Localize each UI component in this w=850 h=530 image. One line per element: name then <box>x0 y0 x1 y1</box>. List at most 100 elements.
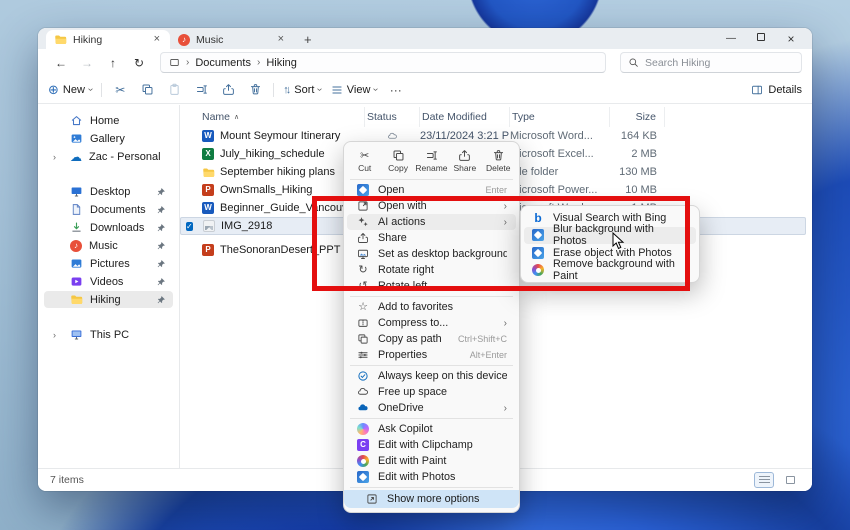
menu-item-edit-with-clipchamp[interactable]: C Edit with Clipchamp <box>347 437 516 453</box>
column-header-size[interactable]: Size <box>610 107 665 127</box>
menu-item-copy-as-path[interactable]: Copy as path Ctrl+Shift+C <box>347 331 516 347</box>
delete-menu-button[interactable]: Delete <box>482 149 514 173</box>
menu-item-show-more-options[interactable]: Show more options <box>344 490 519 508</box>
column-header-type[interactable]: Type <box>510 107 610 127</box>
column-header-name[interactable]: Name∧ <box>180 107 365 127</box>
submenu-item-remove-background[interactable]: Remove background with Paint <box>524 262 696 280</box>
cut-button[interactable]: ✂ <box>111 83 129 97</box>
breadcrumb-separator: › <box>186 57 189 68</box>
this-pc-icon <box>70 328 83 341</box>
breadcrumb[interactable]: › Documents › Hiking <box>160 52 606 73</box>
menu-item-edit-with-photos[interactable]: Edit with Photos <box>347 469 516 485</box>
tab-hiking[interactable]: Hiking × <box>46 30 170 49</box>
view-button[interactable]: View › <box>331 84 378 96</box>
refresh-button[interactable]: ↻ <box>128 56 150 70</box>
details-pane-icon <box>751 84 763 96</box>
pin-icon <box>156 223 166 233</box>
menu-item-share[interactable]: Share <box>347 230 516 246</box>
sidebar-item-this-pc[interactable]: › This PC <box>44 326 173 343</box>
word-file-icon: W <box>202 130 214 142</box>
window-controls: — × <box>716 28 806 49</box>
menu-item-add-to-favorites[interactable]: ☆ Add to favorites <box>347 299 516 315</box>
column-header-status[interactable]: Status <box>365 107 420 127</box>
close-tab-icon[interactable]: × <box>276 34 286 45</box>
search-box[interactable] <box>620 52 802 73</box>
menu-item-edit-with-paint[interactable]: Edit with Paint <box>347 453 516 469</box>
share-button[interactable] <box>219 83 237 96</box>
quick-actions: ✂ Cut Copy Rename Share Delete <box>344 146 519 177</box>
menu-item-always-keep-on-device[interactable]: Always keep on this device <box>347 368 516 384</box>
sidebar-item-hiking[interactable]: Hiking <box>44 291 173 308</box>
properties-icon <box>357 349 369 361</box>
minimize-button[interactable]: — <box>716 33 746 44</box>
rename-menu-button[interactable]: Rename <box>415 149 447 173</box>
tab-music[interactable]: ♪ Music × <box>170 30 294 49</box>
scissors-icon: ✂ <box>360 149 369 162</box>
cut-menu-button[interactable]: ✂ Cut <box>349 149 381 173</box>
share-icon <box>357 232 369 244</box>
sidebar-item-downloads[interactable]: Downloads <box>44 219 173 236</box>
submenu-arrow-icon: › <box>504 318 507 329</box>
photos-app-icon <box>532 247 544 259</box>
menu-item-onedrive[interactable]: OneDrive › <box>347 400 516 416</box>
sidebar-item-gallery[interactable]: Gallery <box>44 130 173 147</box>
sidebar-item-pictures[interactable]: Pictures <box>44 255 173 272</box>
new-tab-button[interactable]: + <box>304 30 312 49</box>
sidebar-item-music[interactable]: ♪ Music <box>44 237 173 254</box>
navigation-sidebar: Home Gallery › ☁ Zac - Personal Desktop … <box>38 105 180 468</box>
maximize-button[interactable] <box>746 33 776 44</box>
sidebar-item-home[interactable]: Home <box>44 112 173 129</box>
search-input[interactable] <box>645 57 794 69</box>
forward-button[interactable]: → <box>76 56 98 70</box>
menu-item-open[interactable]: Open Enter <box>347 182 516 198</box>
menu-item-properties[interactable]: Properties Alt+Enter <box>347 347 516 363</box>
delete-button[interactable] <box>246 83 264 96</box>
menu-divider <box>350 365 513 366</box>
new-label: New <box>63 84 85 96</box>
sidebar-label: Desktop <box>90 186 130 198</box>
details-pane-button[interactable]: Details <box>751 84 802 96</box>
sidebar-label: Downloads <box>90 222 144 234</box>
image-file-icon <box>203 220 215 232</box>
see-more-button[interactable]: ··· <box>387 83 405 97</box>
rename-button[interactable] <box>192 83 210 96</box>
menu-item-free-up-space[interactable]: Free up space <box>347 384 516 400</box>
pin-icon <box>156 205 166 215</box>
menu-item-ask-copilot[interactable]: Ask Copilot <box>347 421 516 437</box>
details-view-toggle[interactable] <box>754 472 774 488</box>
new-button[interactable]: ⊕ New › <box>48 82 92 98</box>
close-window-button[interactable]: × <box>776 32 806 46</box>
breadcrumb-item-documents[interactable]: Documents <box>195 57 251 69</box>
copy-menu-button[interactable]: Copy <box>382 149 414 173</box>
menu-item-rotate-right[interactable]: ↻ Rotate right <box>347 262 516 278</box>
sidebar-label: Pictures <box>90 258 130 270</box>
checkbox-checked[interactable]: ✓ <box>186 222 193 231</box>
sort-button[interactable]: ↑↓ Sort › <box>283 84 322 96</box>
sidebar-item-videos[interactable]: Videos <box>44 273 173 290</box>
sidebar-item-desktop[interactable]: Desktop <box>44 183 173 200</box>
sidebar-item-documents[interactable]: Documents <box>44 201 173 218</box>
chevron-right-icon[interactable]: › <box>53 152 56 162</box>
up-button[interactable]: ↑ <box>102 56 124 70</box>
menu-item-open-with[interactable]: Open with › <box>347 198 516 214</box>
share-menu-button[interactable]: Share <box>449 149 481 173</box>
rename-icon <box>425 149 438 162</box>
thumbnail-view-toggle[interactable] <box>780 472 800 488</box>
menu-item-set-as-desktop-background[interactable]: Set as desktop background <box>347 246 516 262</box>
desktop-icon <box>70 185 83 198</box>
show-more-icon <box>366 493 378 505</box>
file-size: 130 MB <box>610 166 665 178</box>
details-label: Details <box>768 84 802 96</box>
copy-button[interactable] <box>138 83 156 96</box>
close-tab-icon[interactable]: × <box>152 34 162 45</box>
menu-item-ai-actions[interactable]: AI actions › <box>347 214 516 230</box>
chevron-right-icon[interactable]: › <box>53 330 56 340</box>
submenu-item-blur-background[interactable]: Blur background with Photos <box>524 227 696 245</box>
menu-item-compress-to[interactable]: Compress to... › <box>347 315 516 331</box>
breadcrumb-item-hiking[interactable]: Hiking <box>266 57 297 69</box>
column-header-date[interactable]: Date Modified <box>420 107 510 127</box>
back-button[interactable]: ← <box>50 56 72 70</box>
menu-item-rotate-left[interactable]: ↺ Rotate left <box>347 278 516 294</box>
sidebar-item-onedrive-personal[interactable]: › ☁ Zac - Personal <box>44 148 173 165</box>
paste-button[interactable] <box>165 83 183 96</box>
